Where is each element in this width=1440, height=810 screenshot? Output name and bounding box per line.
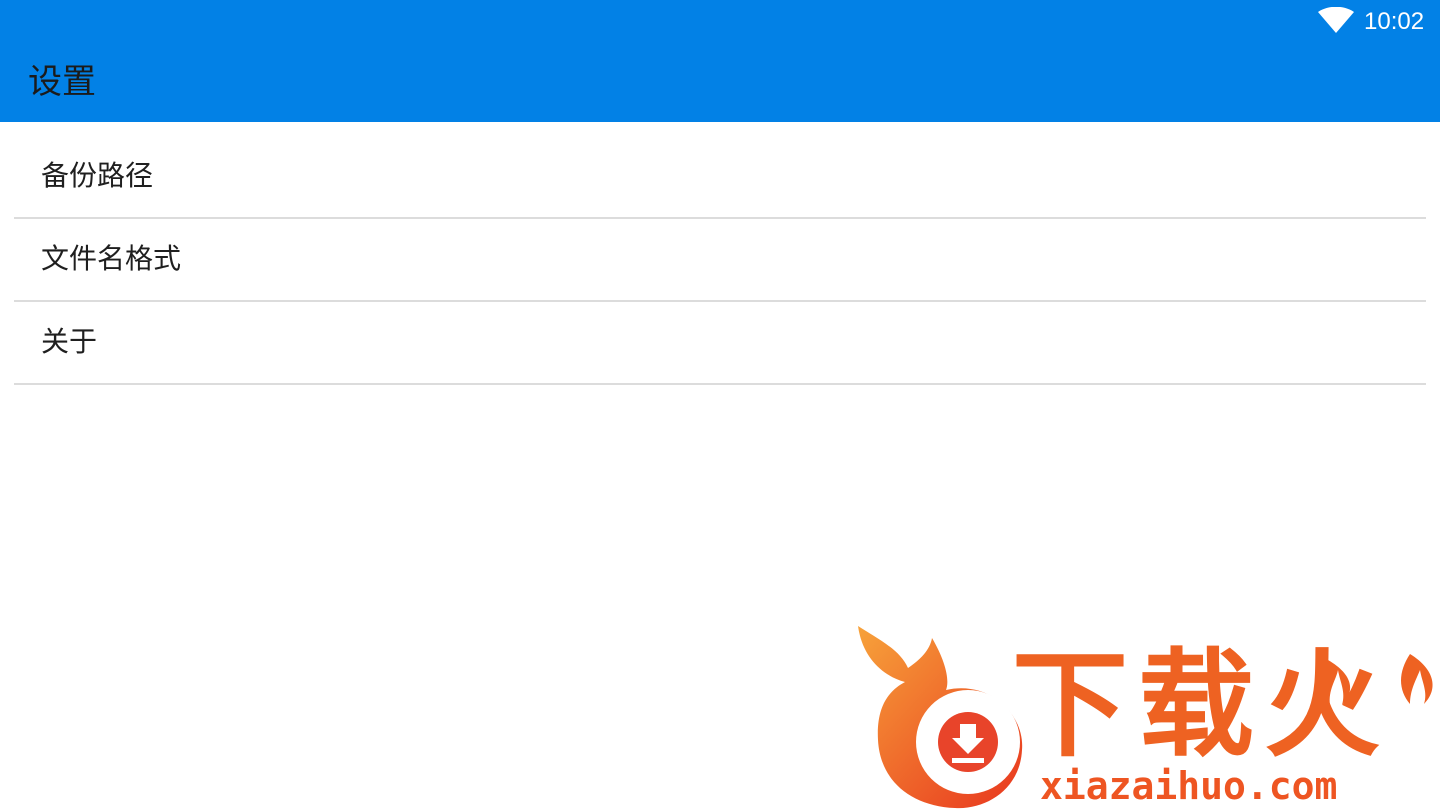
page-title: 设置 xyxy=(28,62,96,102)
status-bar: 10:02 xyxy=(0,0,1440,44)
settings-item-backup-path[interactable]: 备份路径 xyxy=(14,136,1426,219)
settings-list: 备份路径 文件名格式 关于 xyxy=(14,136,1426,385)
watermark-brand-text: 下载火 xyxy=(1012,638,1390,773)
settings-item-label: 备份路径 xyxy=(41,159,154,192)
app-bar: 10:02 设置 xyxy=(0,0,1440,122)
settings-item-label: 关于 xyxy=(41,325,98,358)
settings-item-about[interactable]: 关于 xyxy=(14,302,1426,385)
wifi-icon xyxy=(1318,7,1354,33)
watermark-url: xiazaihuo.com xyxy=(1040,764,1338,808)
status-clock: 10:02 xyxy=(1364,8,1425,35)
settings-item-label: 文件名格式 xyxy=(41,242,182,275)
settings-item-filename-format[interactable]: 文件名格式 xyxy=(14,219,1426,302)
